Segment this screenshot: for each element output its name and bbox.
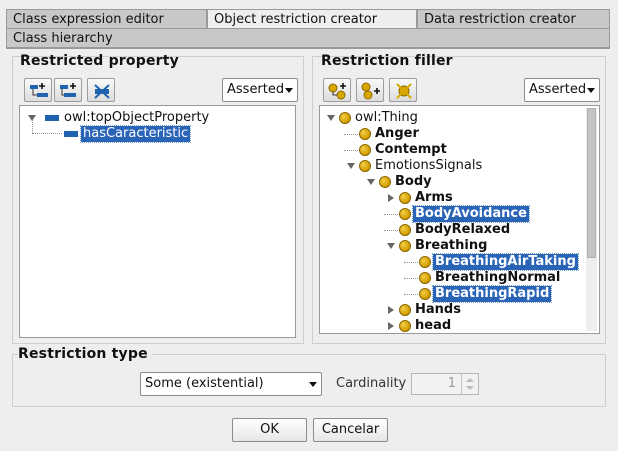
tab-class-expression-editor[interactable]: Class expression editor (6, 9, 207, 29)
tab-class-hierarchy[interactable]: Class hierarchy (6, 28, 610, 48)
class-icon (419, 272, 431, 284)
tree-node[interactable]: Contempt (320, 142, 582, 158)
tree-node[interactable]: BodyAvoidance (320, 205, 582, 223)
tree-node-label: BreathingAirTaking (432, 253, 579, 271)
add-sibling-class-button[interactable] (356, 78, 384, 102)
tree-node-label: hasCaracteristic (79, 125, 192, 143)
collapse-toggle[interactable] (327, 115, 335, 121)
restriction-filler-title: Restriction filler (321, 53, 453, 69)
property-mode-select[interactable]: Asserted (222, 78, 298, 102)
tree-node[interactable]: BreathingAirTaking (320, 253, 582, 271)
expand-toggle[interactable] (388, 322, 394, 330)
spin-down-icon[interactable] (466, 386, 474, 390)
add-sibling-property-icon (60, 83, 76, 97)
tree-node[interactable]: EmotionsSignals (320, 158, 582, 174)
class-icon (399, 304, 411, 316)
filler-mode-value: Asserted (529, 82, 587, 97)
tree-node-label: BreathingNormal (435, 270, 561, 285)
collapse-toggle[interactable] (367, 179, 375, 185)
class-icon (419, 288, 431, 300)
filler-mode-select[interactable]: Asserted (524, 78, 600, 102)
tree-node[interactable]: Anger (320, 126, 582, 142)
tab-row-2: Class hierarchy (6, 28, 610, 48)
add-sibling-class-icon (361, 82, 380, 100)
tab-divider (6, 47, 610, 49)
expand-toggle[interactable] (388, 306, 394, 314)
chevron-down-icon (587, 88, 595, 93)
tree-node-label: BodyAvoidance (412, 205, 530, 223)
delete-class-icon (396, 83, 412, 99)
chevron-down-icon (285, 88, 293, 93)
class-icon (359, 128, 371, 140)
tree-node-label: Hands (415, 302, 461, 317)
class-icon (339, 112, 351, 124)
spin-up-icon[interactable] (466, 378, 474, 382)
delete-class-button[interactable] (389, 78, 417, 102)
tree-node-label: BodyRelaxed (415, 222, 511, 237)
class-icon (399, 224, 411, 236)
property-mode-value: Asserted (227, 82, 285, 97)
tab-data-restriction-creator[interactable]: Data restriction creator (417, 9, 610, 29)
class-icon (399, 208, 411, 220)
restricted-property-title: Restricted property (20, 53, 179, 69)
tree-node[interactable]: BodyRelaxed (320, 222, 582, 238)
add-subclass-button[interactable] (323, 78, 351, 102)
chevron-down-icon (309, 382, 317, 387)
tab-object-restriction-creator[interactable]: Object restriction creator (207, 9, 417, 29)
add-subclass-icon (328, 83, 346, 100)
tree-node[interactable]: Hands (320, 302, 582, 318)
tree-node[interactable]: Arms (320, 190, 582, 206)
cardinality-label: Cardinality (336, 376, 407, 391)
tree-node[interactable]: hasCaracteristic (20, 125, 290, 143)
property-tree[interactable]: owl:topObjectProperty hasCaracteristic (19, 105, 296, 338)
tab-row-1: Class expression editor Object restricti… (6, 9, 610, 29)
add-subproperty-button[interactable] (24, 78, 52, 102)
tree-node[interactable]: BreathingRapid (320, 285, 582, 303)
tree-node-label: owl:topObjectProperty (64, 110, 210, 125)
cancel-button[interactable]: Cancelar (313, 418, 388, 442)
cardinality-spinner[interactable]: 1 (411, 373, 479, 395)
ok-button[interactable]: OK (232, 418, 307, 442)
class-icon (399, 192, 411, 204)
expand-toggle[interactable] (388, 194, 394, 202)
cardinality-value: 1 (447, 376, 456, 391)
scrollbar-thumb[interactable] (587, 108, 596, 258)
tree-node-label: Body (395, 174, 432, 189)
class-icon (399, 240, 411, 252)
add-sibling-property-button[interactable] (54, 78, 82, 102)
spinner-arrows[interactable] (461, 374, 478, 394)
add-subproperty-icon (30, 83, 48, 97)
collapse-toggle[interactable] (347, 163, 355, 169)
object-property-icon (45, 115, 59, 121)
class-icon (399, 320, 411, 332)
delete-property-icon (94, 84, 110, 99)
tree-node-label: Anger (375, 126, 419, 141)
delete-property-button[interactable] (87, 78, 115, 102)
tree-node[interactable]: owl:Thing (320, 110, 582, 126)
tree-node-label: head (415, 318, 452, 333)
tree-node-label: EmotionsSignals (375, 158, 483, 173)
restriction-type-title: Restriction type (18, 346, 152, 362)
class-tree[interactable]: owl:Thing Anger Contempt EmotionsSignals Bod… (319, 105, 600, 334)
class-icon (359, 160, 371, 172)
tree-node[interactable]: Breathing (320, 238, 582, 254)
vertical-scrollbar[interactable] (586, 108, 597, 331)
restriction-type-select[interactable]: Some (existential) (140, 372, 322, 396)
tree-node[interactable]: BreathingNormal (320, 270, 582, 286)
restriction-type-value: Some (existential) (145, 376, 264, 391)
class-icon (359, 144, 371, 156)
tree-node-label: Contempt (375, 142, 447, 157)
tree-node-label: Breathing (415, 238, 488, 253)
class-icon (379, 176, 391, 188)
tree-node[interactable]: Body (320, 174, 582, 190)
object-property-icon (64, 131, 78, 137)
tree-node[interactable]: owl:topObjectProperty (20, 110, 290, 126)
tree-node-label: owl:Thing (355, 110, 418, 125)
tree-node[interactable]: head (320, 318, 582, 333)
collapse-toggle[interactable] (387, 243, 395, 249)
tree-node-label: BreathingRapid (431, 285, 553, 303)
class-icon (419, 256, 431, 268)
tree-node-label: Arms (415, 190, 453, 205)
